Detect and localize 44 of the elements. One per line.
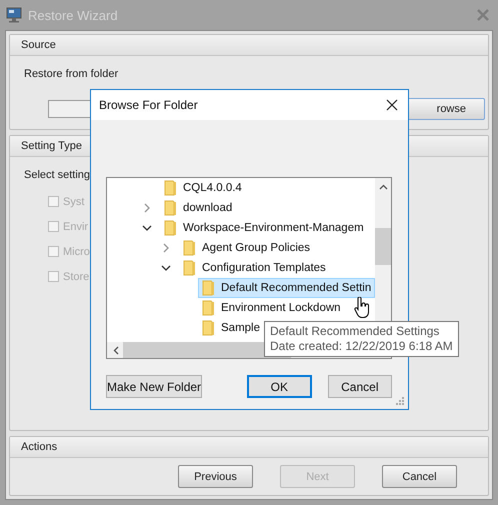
- setting-label: Select setting: [24, 169, 92, 181]
- tree-item[interactable]: Default Recommended Settin: [198, 278, 376, 298]
- chevron-down-icon[interactable]: [142, 223, 152, 233]
- checkbox-label: Envir: [63, 220, 88, 232]
- tree-item[interactable]: Environment Lockdown: [198, 298, 345, 318]
- scroll-left-icon[interactable]: [113, 346, 119, 354]
- checkbox-label: Syst: [63, 196, 84, 208]
- tree-item[interactable]: Sample: [198, 318, 264, 338]
- folder-icon: [201, 280, 217, 296]
- folder-label: Restore from folder: [24, 68, 120, 80]
- tooltip-detail: Date created: 12/22/2019 6:18 AM: [270, 339, 453, 354]
- dialog-title: Browse For Folder: [99, 98, 198, 112]
- folder-icon: [201, 300, 217, 316]
- folder-icon: [182, 240, 198, 256]
- dialog-button[interactable]: OK: [247, 375, 312, 398]
- resize-grip-icon[interactable]: [396, 397, 405, 406]
- wizard-button[interactable]: Cancel: [382, 465, 457, 488]
- chevron-right-icon[interactable]: [161, 243, 171, 253]
- checkbox-label: Store: [63, 270, 90, 282]
- tree-item[interactable]: Agent Group Policies: [179, 238, 314, 258]
- group-header: Actions: [21, 441, 58, 453]
- hand-cursor-icon: [354, 297, 370, 319]
- folder-icon: [163, 220, 179, 236]
- tree-item[interactable]: Workspace-Environment-Managem: [160, 218, 368, 238]
- tree-item[interactable]: Configuration Templates: [179, 258, 330, 278]
- browse-button[interactable]: rowse: [406, 98, 485, 120]
- dialog-button[interactable]: Make New Folder: [106, 375, 202, 398]
- wizard-button[interactable]: Previous: [178, 465, 253, 488]
- chevron-right-icon[interactable]: [142, 203, 152, 213]
- scroll-up-icon[interactable]: [378, 184, 388, 190]
- checkbox-label: Micro: [63, 246, 90, 258]
- tree-item[interactable]: download: [160, 198, 236, 218]
- folder-icon: [201, 320, 217, 336]
- tooltip-title: Default Recommended Settings: [270, 324, 440, 339]
- folder-icon: [182, 260, 198, 276]
- monitor-icon: [6, 7, 22, 23]
- group-header: Setting Type: [21, 140, 82, 152]
- folder-icon: [163, 200, 179, 216]
- group-header: Source: [21, 39, 56, 51]
- chevron-down-icon[interactable]: [161, 263, 171, 273]
- folder-icon: [163, 180, 179, 196]
- tree-item[interactable]: CQL4.0.0.4: [160, 178, 246, 198]
- dialog-button[interactable]: Cancel: [328, 375, 392, 398]
- close-icon[interactable]: [386, 99, 398, 111]
